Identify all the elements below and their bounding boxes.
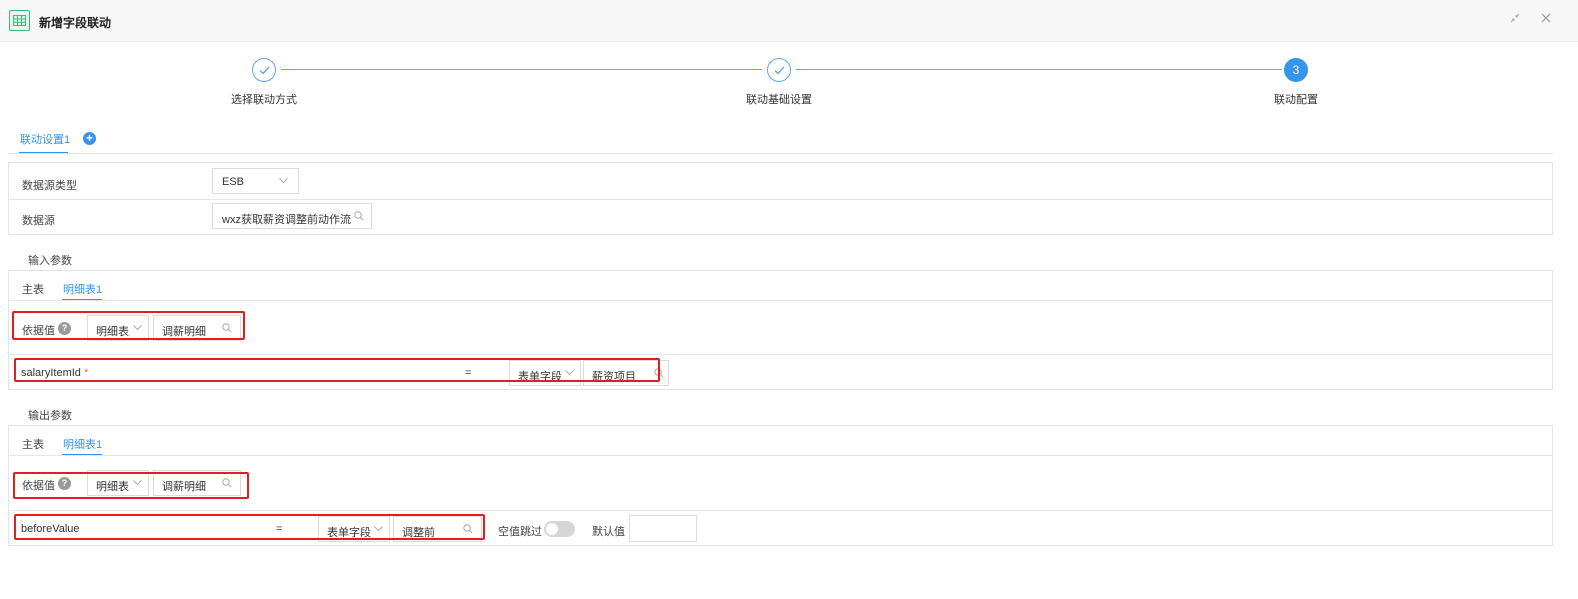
step-connector xyxy=(796,69,1282,70)
divider xyxy=(9,510,1552,511)
add-setting-button[interactable]: + xyxy=(83,132,96,145)
divider xyxy=(9,199,1552,200)
search-icon[interactable] xyxy=(354,211,364,221)
skip-empty-label: 空值跳过 xyxy=(498,526,542,538)
tab-detail-table-1[interactable]: 明细表1 xyxy=(63,281,102,297)
table-icon xyxy=(9,10,30,31)
step-2-check-icon xyxy=(767,58,791,82)
close-icon[interactable] xyxy=(1540,12,1552,27)
datasource-label: 数据源 xyxy=(22,215,55,227)
step-connector xyxy=(281,69,762,70)
tab-detail-table-1[interactable]: 明细表1 xyxy=(63,436,102,452)
tab-main-table[interactable]: 主表 xyxy=(22,436,44,452)
dialog-title: 新增字段联动 xyxy=(39,16,112,30)
input-params-title: 输入参数 xyxy=(28,255,72,267)
chevron-down-icon xyxy=(279,178,288,184)
skip-empty-toggle[interactable] xyxy=(544,521,575,537)
step-1-check-icon xyxy=(252,58,276,82)
default-value-input[interactable] xyxy=(629,515,697,542)
divider xyxy=(9,455,1552,456)
minimize-icon[interactable] xyxy=(1509,12,1521,27)
title-bar: 新增字段联动 xyxy=(0,0,1578,42)
divider xyxy=(9,354,1552,355)
highlight-box xyxy=(13,472,249,499)
tab-main-table[interactable]: 主表 xyxy=(22,281,44,297)
step-label: 联动配置 xyxy=(1274,94,1318,106)
datasource-type-select[interactable]: ESB xyxy=(212,168,299,194)
highlight-box xyxy=(12,311,245,340)
highlight-box xyxy=(14,358,660,382)
output-params-title: 输出参数 xyxy=(28,410,72,422)
datasource-value: wxz获取薪资调整前动作流 xyxy=(222,214,351,226)
tab-linkage-setting-1[interactable]: 联动设置1 xyxy=(20,131,70,147)
divider xyxy=(8,153,1553,154)
step-label: 联动基础设置 xyxy=(746,94,812,106)
divider xyxy=(9,300,1552,301)
step-label: 选择联动方式 xyxy=(231,94,297,106)
datasource-input[interactable]: wxz获取薪资调整前动作流 xyxy=(212,203,372,229)
step-3-number: 3 xyxy=(1284,58,1308,82)
datasource-type-value: ESB xyxy=(222,176,245,188)
datasource-type-label: 数据源类型 xyxy=(22,180,77,192)
highlight-box xyxy=(14,514,485,540)
default-value-label: 默认值 xyxy=(592,526,625,538)
datasource-panel: 数据源类型 ESB 数据源 wxz获取薪资调整前动作流 xyxy=(8,162,1553,235)
